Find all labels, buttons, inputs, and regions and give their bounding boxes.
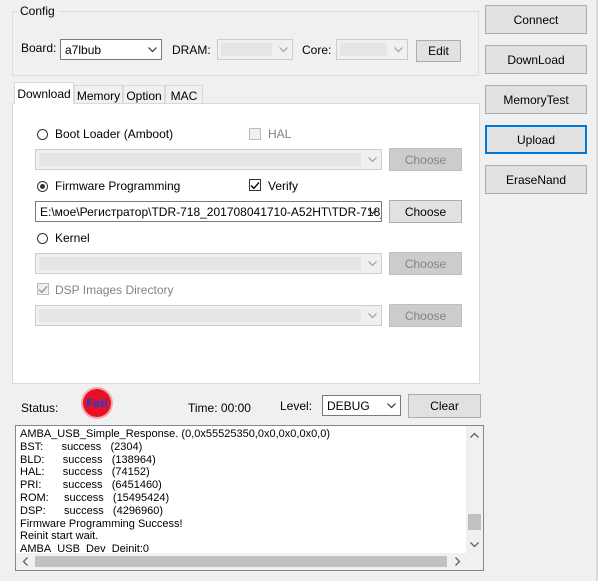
log-line: DSP: success (4296960) [20, 504, 164, 517]
clear-button[interactable]: Clear [408, 394, 481, 418]
log-line: PRI: success (6451460) [20, 479, 162, 492]
time-label: Time: 00:00 [188, 401, 251, 415]
hal-checkbox[interactable] [249, 128, 261, 140]
verify-label: Verify [268, 179, 299, 193]
firmware-label: Firmware Programming [55, 179, 181, 193]
chevron-down-icon [382, 396, 400, 415]
boot-loader-path[interactable] [35, 149, 382, 170]
kernel-choose-button[interactable]: Choose [389, 252, 462, 275]
log-lines: AMBA_USB_Simple_Response. (0,0x55525350,… [16, 428, 466, 556]
tab-option[interactable]: Option [123, 85, 165, 105]
memory-test-button[interactable]: MemoryTest [485, 85, 587, 114]
log-horizontal-scrollbar[interactable] [16, 553, 466, 570]
kernel-label: Kernel [55, 231, 90, 245]
download-button[interactable]: DownLoad [485, 45, 587, 74]
config-legend: Config [20, 4, 55, 18]
kernel-radio[interactable] [37, 233, 48, 244]
tab-memory[interactable]: Memory [74, 85, 123, 105]
kernel-path[interactable] [35, 253, 382, 274]
chevron-down-icon [274, 40, 292, 59]
firmware-path[interactable]: E:\мое\Регистратор\TDR-718_201708041710-… [35, 201, 382, 222]
boot-loader-radio[interactable] [37, 129, 48, 140]
tab-download[interactable]: Download [14, 82, 74, 104]
dsp-checkbox[interactable] [37, 283, 49, 295]
firmware-path-value: E:\мое\Регистратор\TDR-718_201708041710-… [40, 204, 381, 219]
chevron-down-icon [363, 202, 381, 221]
fail-badge: Fail [83, 389, 111, 417]
level-label: Level: [280, 399, 313, 413]
chevron-down-icon [143, 40, 161, 59]
scroll-up-icon[interactable] [466, 426, 483, 443]
log-line: ROM: success (15495424) [20, 491, 170, 504]
checkmark-icon [38, 285, 48, 293]
firmware-choose-button[interactable]: Choose [389, 200, 462, 223]
board-label: Board: [21, 41, 57, 55]
scroll-thumb[interactable] [468, 514, 481, 530]
tab-mac[interactable]: MAC [165, 85, 203, 105]
erase-nand-button[interactable]: EraseNand [485, 165, 587, 194]
log-line: Reinit start wait. [20, 530, 99, 543]
chevron-down-icon [363, 150, 381, 169]
scroll-left-icon[interactable] [16, 553, 33, 570]
log-vertical-scrollbar[interactable] [466, 426, 483, 553]
boot-loader-choose-button[interactable]: Choose [389, 148, 462, 171]
log-line: AMBA_USB_Simple_Response. (0,0x55525350,… [20, 428, 331, 440]
connect-button[interactable]: Connect [485, 5, 587, 34]
upload-button[interactable]: Upload [485, 125, 587, 154]
dsp-label: DSP Images Directory [55, 283, 174, 297]
log-line: BST: success (2304) [20, 440, 143, 453]
hal-label: HAL [268, 127, 292, 141]
firmware-radio[interactable] [37, 181, 48, 192]
level-select[interactable]: DEBUG [322, 395, 401, 416]
boot-loader-label: Boot Loader (Amboot) [55, 127, 174, 141]
log-output[interactable]: AMBA_USB_Simple_Response. (0,0x55525350,… [15, 425, 484, 571]
log-line: Firmware Programming Success! [20, 517, 183, 530]
fail-badge-text: Fail [86, 396, 108, 410]
chevron-down-icon [389, 40, 407, 59]
dsp-choose-button[interactable]: Choose [389, 304, 462, 327]
chevron-down-icon [363, 254, 381, 273]
status-label: Status: [21, 401, 59, 415]
board-select[interactable]: a7lbub [60, 39, 162, 60]
chevron-down-icon [363, 306, 381, 325]
horizontal-scroll-thumb[interactable] [35, 556, 447, 567]
dsp-path[interactable] [35, 305, 382, 326]
verify-checkbox[interactable] [249, 179, 261, 191]
checkmark-icon [250, 181, 260, 189]
dram-select[interactable] [217, 39, 293, 60]
edit-button[interactable]: Edit [416, 40, 461, 62]
log-line: BLD: success (138964) [20, 453, 156, 466]
core-label: Core: [302, 43, 332, 57]
scrollbar-corner [466, 553, 483, 570]
scroll-down-icon[interactable] [466, 536, 483, 553]
log-line: HAL: success (74152) [20, 466, 150, 479]
scroll-right-icon[interactable] [449, 553, 466, 570]
dram-label: DRAM: [172, 43, 211, 57]
core-select[interactable] [336, 39, 408, 60]
